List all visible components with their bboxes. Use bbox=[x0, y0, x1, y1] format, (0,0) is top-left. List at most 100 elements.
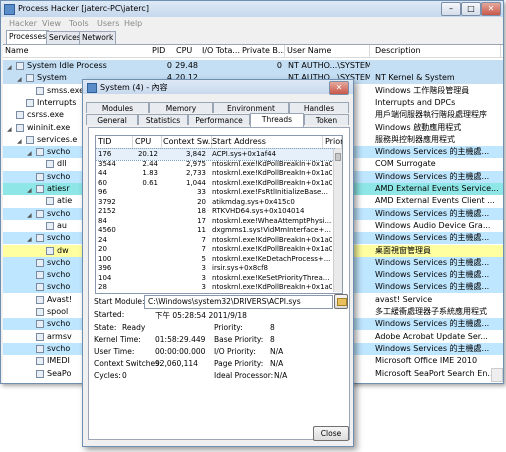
description-cell: 服務與控制器應用程式 bbox=[375, 134, 455, 144]
dialog-app-icon bbox=[87, 83, 97, 93]
process-icon bbox=[36, 185, 44, 193]
page-priority-label: Page Priority: bbox=[214, 359, 264, 368]
close-button[interactable]: ✕ bbox=[481, 2, 501, 16]
thread-tid-cell: 28 bbox=[98, 283, 107, 291]
column-priority[interactable]: Prior bbox=[323, 136, 342, 148]
priority-value: 8 bbox=[270, 323, 275, 332]
thread-row[interactable]: 28 3 ntoskrnl.exe!KdPollBreakIn+0x1a0 bbox=[96, 282, 334, 293]
tab-services[interactable]: Services bbox=[46, 31, 84, 44]
column-user-name[interactable]: User Name bbox=[285, 45, 370, 57]
column-private-bytes[interactable]: Private B... bbox=[240, 45, 285, 57]
tab-modules[interactable]: Modules bbox=[86, 102, 149, 113]
folder-icon bbox=[337, 298, 347, 306]
base-priority-label: Base Priority: bbox=[214, 335, 264, 344]
process-icon bbox=[36, 332, 44, 341]
description-cell: Windows Services 的主機處... bbox=[375, 343, 490, 353]
thread-list[interactable]: TID CPU Context Sw... Start Address Prio… bbox=[95, 135, 343, 294]
column-cpu[interactable]: CPU bbox=[174, 45, 201, 57]
column-io-total[interactable]: I/O Tota... bbox=[200, 45, 241, 57]
close-dialog-button[interactable]: Close bbox=[313, 426, 349, 441]
io-priority-label: I/O Priority: bbox=[214, 347, 256, 356]
column-start-address[interactable]: Start Address bbox=[210, 136, 323, 148]
menu-view[interactable]: View bbox=[42, 18, 61, 29]
process-icon bbox=[36, 258, 44, 267]
context-switches-value: 92,060,114 bbox=[155, 359, 198, 368]
description-cell: Adobe Acrobat Update Ser... bbox=[375, 331, 488, 341]
user-name-cell: NT AUTHO...\SYSTEM bbox=[288, 61, 370, 70]
user-time-label: User Time: bbox=[94, 347, 135, 356]
description-cell bbox=[375, 60, 500, 72]
menu-tools[interactable]: Tools bbox=[69, 18, 89, 29]
tab-memory[interactable]: Memory bbox=[149, 102, 213, 113]
window-title: Process Hacker [jaterc-PC\jaterc] bbox=[18, 4, 149, 13]
column-description[interactable]: Description bbox=[373, 45, 501, 57]
priority-label: Priority: bbox=[214, 323, 243, 332]
cycles-value: 0 bbox=[122, 371, 127, 380]
io-priority-value: N/A bbox=[270, 347, 284, 356]
menu-hacker[interactable]: Hacker bbox=[9, 18, 37, 29]
column-context-switches[interactable]: Context Sw... bbox=[161, 136, 215, 148]
state-value: Ready bbox=[122, 323, 146, 332]
menu-bar: Hacker View Tools Users Help bbox=[1, 18, 503, 29]
process-icon bbox=[36, 234, 44, 243]
description-cell: Microsoft Office IME 2010 bbox=[375, 356, 478, 366]
process-icon bbox=[16, 62, 24, 70]
tab-threads[interactable]: Threads bbox=[250, 113, 304, 127]
started-label: Started: bbox=[94, 310, 125, 319]
dialog-close-x-button[interactable]: ✕ bbox=[329, 81, 349, 95]
tab-processes[interactable]: Processes bbox=[6, 30, 49, 44]
description-cell: Windows Services 的主機處... bbox=[375, 319, 490, 329]
process-icon bbox=[26, 98, 34, 107]
thread-start-address-cell: ntoskrnl.exe!KdPollBreakIn+0x1a0 bbox=[212, 283, 332, 291]
minimize-button[interactable]: – bbox=[441, 2, 461, 16]
kernel-time-value: 01:58:29.449 bbox=[155, 335, 206, 344]
state-label: State: bbox=[94, 323, 117, 332]
tab-general[interactable]: General bbox=[86, 114, 138, 125]
start-module-label: Start Module: bbox=[94, 297, 145, 306]
process-icon bbox=[36, 283, 44, 292]
menu-help[interactable]: Help bbox=[124, 18, 142, 29]
maximize-button[interactable]: □ bbox=[461, 2, 481, 16]
title-bar[interactable]: Process Hacker [jaterc-PC\jaterc] – □ ✕ bbox=[1, 1, 503, 17]
start-module-field[interactable]: C:\Windows\system32\DRIVERS\ACPI.sys bbox=[144, 295, 333, 309]
thread-list-scrollbar[interactable] bbox=[333, 149, 342, 292]
open-module-button[interactable] bbox=[334, 294, 348, 309]
process-icon bbox=[36, 172, 44, 181]
tab-statistics[interactable]: Statistics bbox=[138, 114, 188, 125]
kernel-time-label: Kernel Time: bbox=[94, 335, 141, 344]
tab-token[interactable]: Token bbox=[304, 114, 349, 125]
process-icon bbox=[36, 308, 44, 316]
scrollbar-thumb[interactable] bbox=[335, 153, 341, 161]
description-cell: Interrupts and DPCs bbox=[375, 97, 456, 107]
process-name: System Idle Process bbox=[27, 61, 107, 70]
description-cell: Microsoft SeaPort Search En... bbox=[375, 368, 496, 378]
process-row[interactable]: ◢ System Idle Process 0 29.48 0 NT AUTHO...\S… bbox=[3, 60, 503, 72]
ideal-processor-label: Ideal Processor: bbox=[214, 371, 274, 380]
process-icon bbox=[46, 160, 54, 169]
tab-network[interactable]: Network bbox=[79, 31, 117, 44]
description-cell: 多工緩衝處理器子系統應用程式 bbox=[375, 307, 487, 316]
column-name[interactable]: Name bbox=[3, 45, 151, 57]
process-icon bbox=[36, 357, 44, 366]
description-cell: Windows Audio Device Gra... bbox=[375, 220, 491, 230]
description-cell: Windows Services 的主機處... bbox=[375, 147, 490, 157]
description-cell: Windows Services 的主機處... bbox=[375, 208, 490, 218]
tab-performance[interactable]: Performance bbox=[188, 114, 250, 125]
description-cell: Windows Services 的主機處... bbox=[375, 270, 490, 280]
description-cell: Windows Services 的主機處... bbox=[375, 257, 490, 267]
column-thread-cpu[interactable]: CPU bbox=[133, 136, 162, 148]
private-bytes-cell: 0 bbox=[276, 61, 282, 70]
tab-handles[interactable]: Handles bbox=[289, 102, 349, 113]
process-icon bbox=[36, 148, 44, 157]
process-icon bbox=[26, 74, 34, 83]
resize-grip[interactable] bbox=[491, 368, 503, 382]
menu-users[interactable]: Users bbox=[97, 18, 119, 29]
column-pid[interactable]: PID bbox=[150, 45, 175, 57]
column-tid[interactable]: TID bbox=[96, 136, 133, 148]
tab-environment[interactable]: Environment bbox=[213, 102, 289, 113]
process-list-header: Name PID CPU I/O Tota... Private B... Us… bbox=[3, 45, 503, 58]
description-cell: avast! Service bbox=[375, 294, 433, 304]
dialog-title-bar[interactable]: System (4) - 內容 ✕ bbox=[83, 80, 353, 95]
description-cell: NT Kernel & System bbox=[375, 73, 455, 83]
base-priority-value: 8 bbox=[270, 335, 275, 344]
